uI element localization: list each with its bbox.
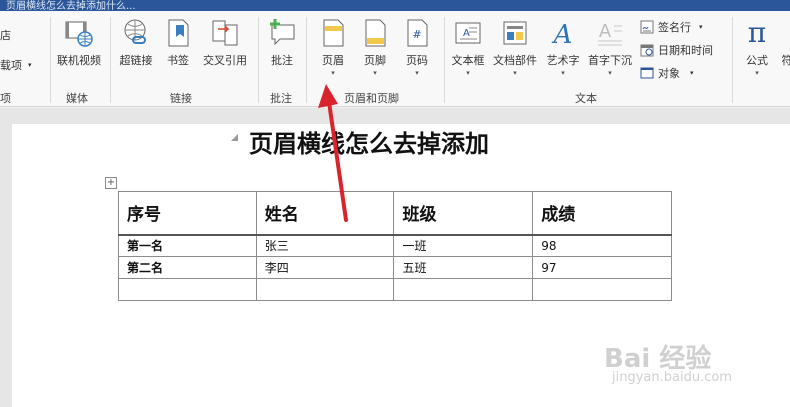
- data-table[interactable]: 序号 姓名 班级 成绩 第一名 张三 一班 98 第二名 李四 五班 97: [118, 191, 672, 301]
- chevron-down-icon: ▾: [373, 69, 377, 77]
- page-number-icon: #: [407, 19, 428, 47]
- chevron-down-icon: ▾: [690, 69, 694, 77]
- table-header-row: 序号 姓名 班级 成绩: [118, 191, 672, 236]
- quick-parts-button[interactable]: 文档部件 ▾: [490, 17, 540, 81]
- equation-button[interactable]: π 公式 ▾: [738, 17, 776, 81]
- bookmark-button[interactable]: 书签: [162, 17, 194, 81]
- calendar-icon: [640, 44, 654, 57]
- chevron-down-icon: ▾: [331, 69, 335, 77]
- group-label-text: 文本: [575, 92, 597, 105]
- symbol-button[interactable]: 符: [780, 17, 790, 81]
- chevron-down-icon: ▾: [608, 69, 612, 77]
- page-number-button[interactable]: # 页码 ▾: [398, 17, 436, 81]
- new-comment-button[interactable]: 批注: [264, 17, 300, 81]
- footer-icon: [365, 19, 386, 47]
- svg-text:A: A: [463, 28, 470, 39]
- group-separator: [732, 17, 733, 103]
- table-header-cell[interactable]: 姓名: [255, 191, 395, 236]
- group-label-comments: 批注: [270, 92, 292, 105]
- table-cell[interactable]: 张三: [255, 234, 395, 257]
- chevron-down-icon: ▾: [755, 69, 759, 77]
- header-icon: [323, 19, 344, 47]
- ribbon-insert-tab: 店 载项 ▾ 项 联机视频 媒体 超链接 书签 交叉引用 链接 批注 批注 页眉…: [0, 11, 790, 107]
- comment-icon: [270, 19, 295, 46]
- table-row: 第一名 张三 一班 98: [118, 234, 672, 257]
- table-cell[interactable]: 97: [532, 256, 672, 279]
- table-header-cell[interactable]: 成绩: [532, 191, 672, 236]
- group-label-header-footer: 页眉和页脚: [344, 92, 399, 105]
- svg-text:A: A: [552, 20, 573, 49]
- footer-button[interactable]: 页脚 ▾: [356, 17, 394, 81]
- group-separator: [50, 17, 51, 103]
- pi-icon: π: [747, 16, 767, 49]
- chevron-down-icon: ▾: [466, 69, 470, 77]
- store-button[interactable]: 店: [0, 25, 11, 45]
- table-cell[interactable]: 一班: [393, 234, 534, 257]
- table-header-cell[interactable]: 班级: [393, 191, 534, 236]
- group-label-links: 链接: [170, 92, 192, 105]
- object-icon: [640, 67, 654, 79]
- hyperlink-button[interactable]: 超链接: [116, 17, 156, 81]
- table-row: [118, 278, 672, 301]
- svg-text:#: #: [412, 28, 421, 41]
- bookmark-icon: [168, 19, 189, 47]
- chevron-down-icon: ▾: [699, 23, 703, 31]
- table-cell[interactable]: [393, 278, 534, 301]
- cross-reference-button[interactable]: 交叉引用: [198, 17, 252, 81]
- table-cell[interactable]: [255, 278, 395, 301]
- table-cell[interactable]: 五班: [393, 256, 534, 279]
- chevron-down-icon: ▾: [561, 69, 565, 77]
- window-title: 页眉横线怎么去掉添加什么...: [6, 1, 136, 11]
- group-separator: [258, 17, 259, 103]
- wordart-icon: A: [552, 20, 573, 49]
- table-cell[interactable]: 李四: [255, 256, 395, 279]
- table-cell[interactable]: [118, 278, 257, 301]
- object-button[interactable]: 对象 ▾: [640, 63, 694, 83]
- signature-icon: [640, 20, 654, 34]
- header-button[interactable]: 页眉 ▾: [314, 17, 352, 81]
- watermark-url: jingyan.baidu.com: [612, 370, 732, 385]
- quick-parts-icon: [503, 21, 527, 45]
- table-move-handle-icon[interactable]: +: [105, 177, 117, 189]
- textbox-icon: A: [455, 22, 481, 44]
- online-video-icon: [65, 21, 93, 47]
- cross-reference-icon: [212, 20, 238, 46]
- document-heading[interactable]: 页眉横线怎么去掉添加: [249, 124, 489, 159]
- svg-text:A: A: [599, 21, 612, 42]
- signature-line-button[interactable]: 签名行 ▾: [640, 17, 703, 37]
- group-separator: [306, 17, 307, 103]
- wordart-button[interactable]: A 艺术字 ▾: [542, 17, 584, 81]
- table-cell[interactable]: 98: [532, 234, 672, 257]
- table-cell[interactable]: [532, 278, 672, 301]
- table-cell[interactable]: 第一名: [118, 234, 257, 257]
- table-cell[interactable]: 第二名: [118, 256, 257, 279]
- hyperlink-icon: [124, 19, 146, 44]
- chevron-down-icon: ▾: [28, 61, 32, 69]
- title-bar: 页眉横线怎么去掉添加什么...: [0, 0, 790, 11]
- drop-cap-button: A 首字下沉 ▾: [586, 17, 634, 81]
- table-row: 第二名 李四 五班 97: [118, 256, 672, 279]
- group-label-media: 媒体: [66, 92, 88, 105]
- online-video-button[interactable]: 联机视频: [54, 17, 104, 81]
- paragraph-collapse-icon[interactable]: [231, 134, 238, 141]
- group-separator: [110, 17, 111, 103]
- drop-cap-icon: A: [598, 21, 622, 46]
- my-addins-button[interactable]: 载项 ▾: [0, 55, 32, 75]
- date-time-button[interactable]: 日期和时间: [640, 40, 713, 60]
- group-separator: [444, 17, 445, 103]
- textbox-button[interactable]: A 文本框 ▾: [448, 17, 488, 81]
- chevron-down-icon: ▾: [415, 69, 419, 77]
- group-label-addins: 项: [0, 92, 11, 105]
- chevron-down-icon: ▾: [513, 69, 517, 77]
- table-header-cell[interactable]: 序号: [118, 191, 257, 236]
